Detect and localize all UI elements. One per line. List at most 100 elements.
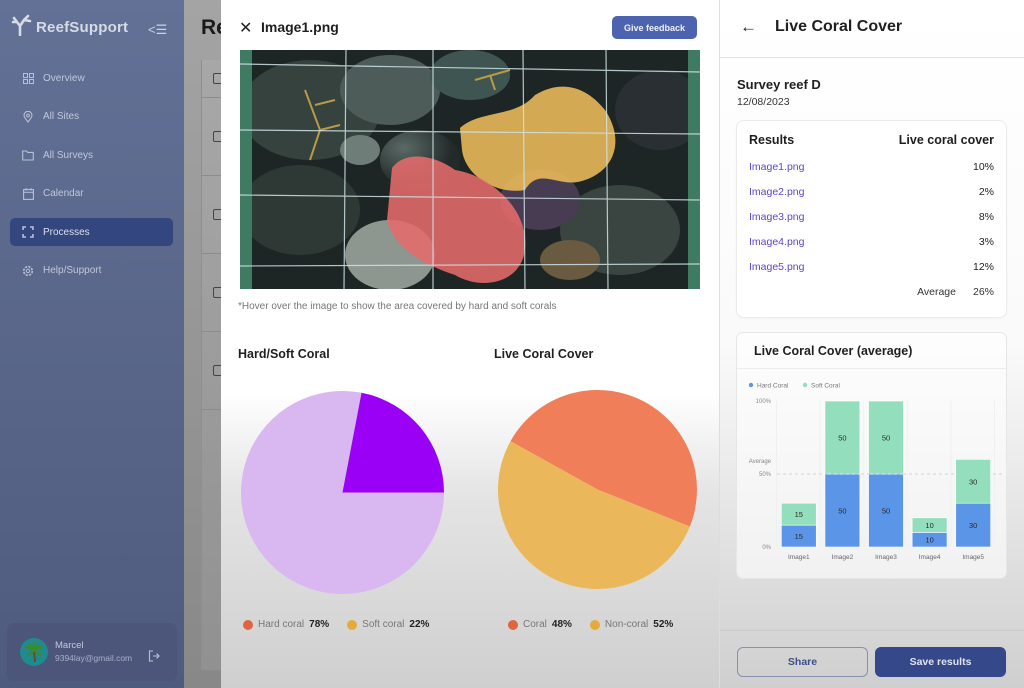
- location-pin-icon: [22, 110, 34, 123]
- logo[interactable]: ReefSupport: [10, 14, 128, 36]
- x-tick-label: Image2: [832, 554, 854, 561]
- x-tick-label: Image3: [875, 554, 897, 561]
- panel-actions: Share Save results: [720, 630, 1024, 688]
- stacked-bar-chart[interactable]: Hard Coral Soft Coral 100% 50% 0% 15 15 Image1 5…: [737, 369, 1006, 577]
- bar-data-label: 50: [838, 434, 846, 443]
- share-button[interactable]: Share: [737, 647, 868, 677]
- legend-label: Soft coral: [362, 619, 405, 630]
- result-value: 3%: [978, 236, 994, 248]
- bar-data-label: 15: [795, 510, 803, 519]
- sidebar-item-label: All Sites: [43, 111, 80, 122]
- average-label: Average: [917, 286, 956, 298]
- result-image-link[interactable]: Image1.png: [749, 161, 804, 186]
- bar-data-label: 50: [838, 507, 846, 516]
- average-bar-chart-card: Live Coral Cover (average) Hard Coral Sof…: [737, 333, 1006, 578]
- x-tick-label: Image1: [788, 554, 810, 561]
- hard-soft-legend: Hard coral 78% Soft coral 22%: [243, 619, 447, 630]
- average-reference-label: Average: [749, 459, 772, 465]
- avatar[interactable]: [20, 638, 48, 666]
- sidebar-item-processes[interactable]: Processes: [10, 218, 173, 246]
- sidebar-item-label: Overview: [43, 72, 85, 84]
- result-row: Image2.png 2%: [749, 186, 994, 211]
- result-image-link[interactable]: Image2.png: [749, 186, 804, 211]
- legend-dot-hard: [243, 619, 253, 630]
- sidebar-item-calendar[interactable]: Calendar: [10, 180, 173, 208]
- user-card: Marcel 9394lay@gmail.com: [7, 623, 177, 681]
- average-value: 26%: [972, 286, 994, 298]
- results-card: Results Live coral cover Image1.png 10% …: [737, 121, 1006, 317]
- app-name: ReefSupport: [36, 19, 129, 36]
- back-arrow-icon[interactable]: ←: [740, 17, 757, 37]
- background-page: Re: [184, 0, 231, 688]
- palm-tree-icon: [24, 641, 44, 663]
- legend-value: 52%: [653, 619, 674, 630]
- sidebar-item-overview[interactable]: Overview: [10, 64, 173, 92]
- sidebar-item-label: Help/Support: [43, 265, 102, 276]
- bar-data-label: 10: [925, 536, 933, 545]
- result-value: 8%: [978, 211, 994, 223]
- save-results-button[interactable]: Save results: [875, 647, 1006, 677]
- image-modal: ✕ Image1.png Give feedback *Hover over t…: [221, 0, 719, 688]
- results-header-right: Live coral cover: [898, 133, 994, 147]
- result-value: 2%: [978, 186, 994, 198]
- legend-label: Hard coral: [258, 619, 305, 630]
- user-email: 9394lay@gmail.com: [55, 653, 133, 663]
- bar-data-label: 50: [882, 507, 890, 516]
- result-value: 10%: [972, 161, 994, 173]
- y-tick-label: 50%: [759, 472, 772, 478]
- coral-survey-image[interactable]: [240, 50, 700, 289]
- legend-dot: [802, 382, 808, 388]
- result-row: Image4.png 3%: [749, 236, 994, 261]
- close-icon[interactable]: ✕: [239, 18, 252, 38]
- result-image-link[interactable]: Image4.png: [749, 236, 804, 261]
- sidebar-item-all-surveys[interactable]: All Surveys: [10, 141, 173, 169]
- bar-chart-title: Live Coral Cover (average): [737, 333, 1006, 369]
- give-feedback-button[interactable]: Give feedback: [612, 16, 697, 39]
- processes-icon: [22, 226, 34, 238]
- hard-soft-pie-chart[interactable]: [240, 390, 445, 595]
- coral-logo-icon: [11, 14, 32, 36]
- live-coral-chart-title: Live Coral Cover: [494, 347, 594, 361]
- bar-data-label: 30: [969, 521, 977, 530]
- hover-hint: *Hover over the image to show the area c…: [238, 301, 557, 312]
- sidebar-item-label: Calendar: [43, 188, 84, 199]
- legend-label: Coral: [523, 619, 547, 630]
- bar-data-label: 50: [882, 434, 890, 443]
- result-image-link[interactable]: Image5.png: [749, 261, 804, 286]
- panel-header: ← Live Coral Cover: [720, 0, 1024, 58]
- bar-chart-legend: Hard Coral Soft Coral: [748, 382, 840, 390]
- legend-label: Soft Coral: [811, 383, 840, 390]
- user-info: Marcel 9394lay@gmail.com: [55, 639, 132, 665]
- y-tick-label: 0%: [762, 545, 771, 551]
- result-row: Image1.png 10%: [749, 161, 994, 186]
- user-name: Marcel: [55, 640, 84, 651]
- results-header: Results Live coral cover: [749, 133, 994, 147]
- legend-dot-coral: [508, 619, 518, 630]
- results-average: Average 26%: [749, 286, 994, 298]
- legend-value: 22%: [409, 619, 430, 630]
- survey-name: Survey reef D: [737, 77, 821, 92]
- legend-dot-soft: [347, 619, 358, 630]
- bar-data-label: 10: [925, 521, 933, 530]
- legend-value: 48%: [551, 619, 572, 630]
- result-row: Image3.png 8%: [749, 211, 994, 236]
- x-tick-label: Image5: [962, 554, 984, 561]
- x-tick-label: Image4: [919, 554, 941, 561]
- live-coral-pie-chart[interactable]: [497, 389, 698, 590]
- results-header-left: Results: [749, 133, 795, 147]
- sidebar-item-help-support[interactable]: Help/Support: [10, 257, 173, 285]
- result-image-link[interactable]: Image3.png: [749, 211, 804, 236]
- gear-icon: [22, 265, 34, 277]
- logout-icon[interactable]: [148, 649, 160, 667]
- live-coral-legend: Coral 48% Non-coral 52%: [508, 619, 691, 630]
- collapse-sidebar-icon[interactable]: <☰: [148, 22, 167, 38]
- grid-icon: [22, 72, 34, 84]
- sidebar-item-all-sites[interactable]: All Sites: [10, 103, 173, 131]
- legend-dot-non-coral: [589, 619, 600, 630]
- y-tick-label: 100%: [756, 399, 772, 405]
- result-value: 12%: [972, 261, 994, 273]
- survey-date: 12/08/2023: [737, 96, 790, 108]
- legend-label: Hard Coral: [757, 383, 789, 390]
- legend-label: Non-coral: [604, 619, 649, 630]
- sidebar: ReefSupport <☰ Overview All Sites All Su…: [0, 0, 184, 688]
